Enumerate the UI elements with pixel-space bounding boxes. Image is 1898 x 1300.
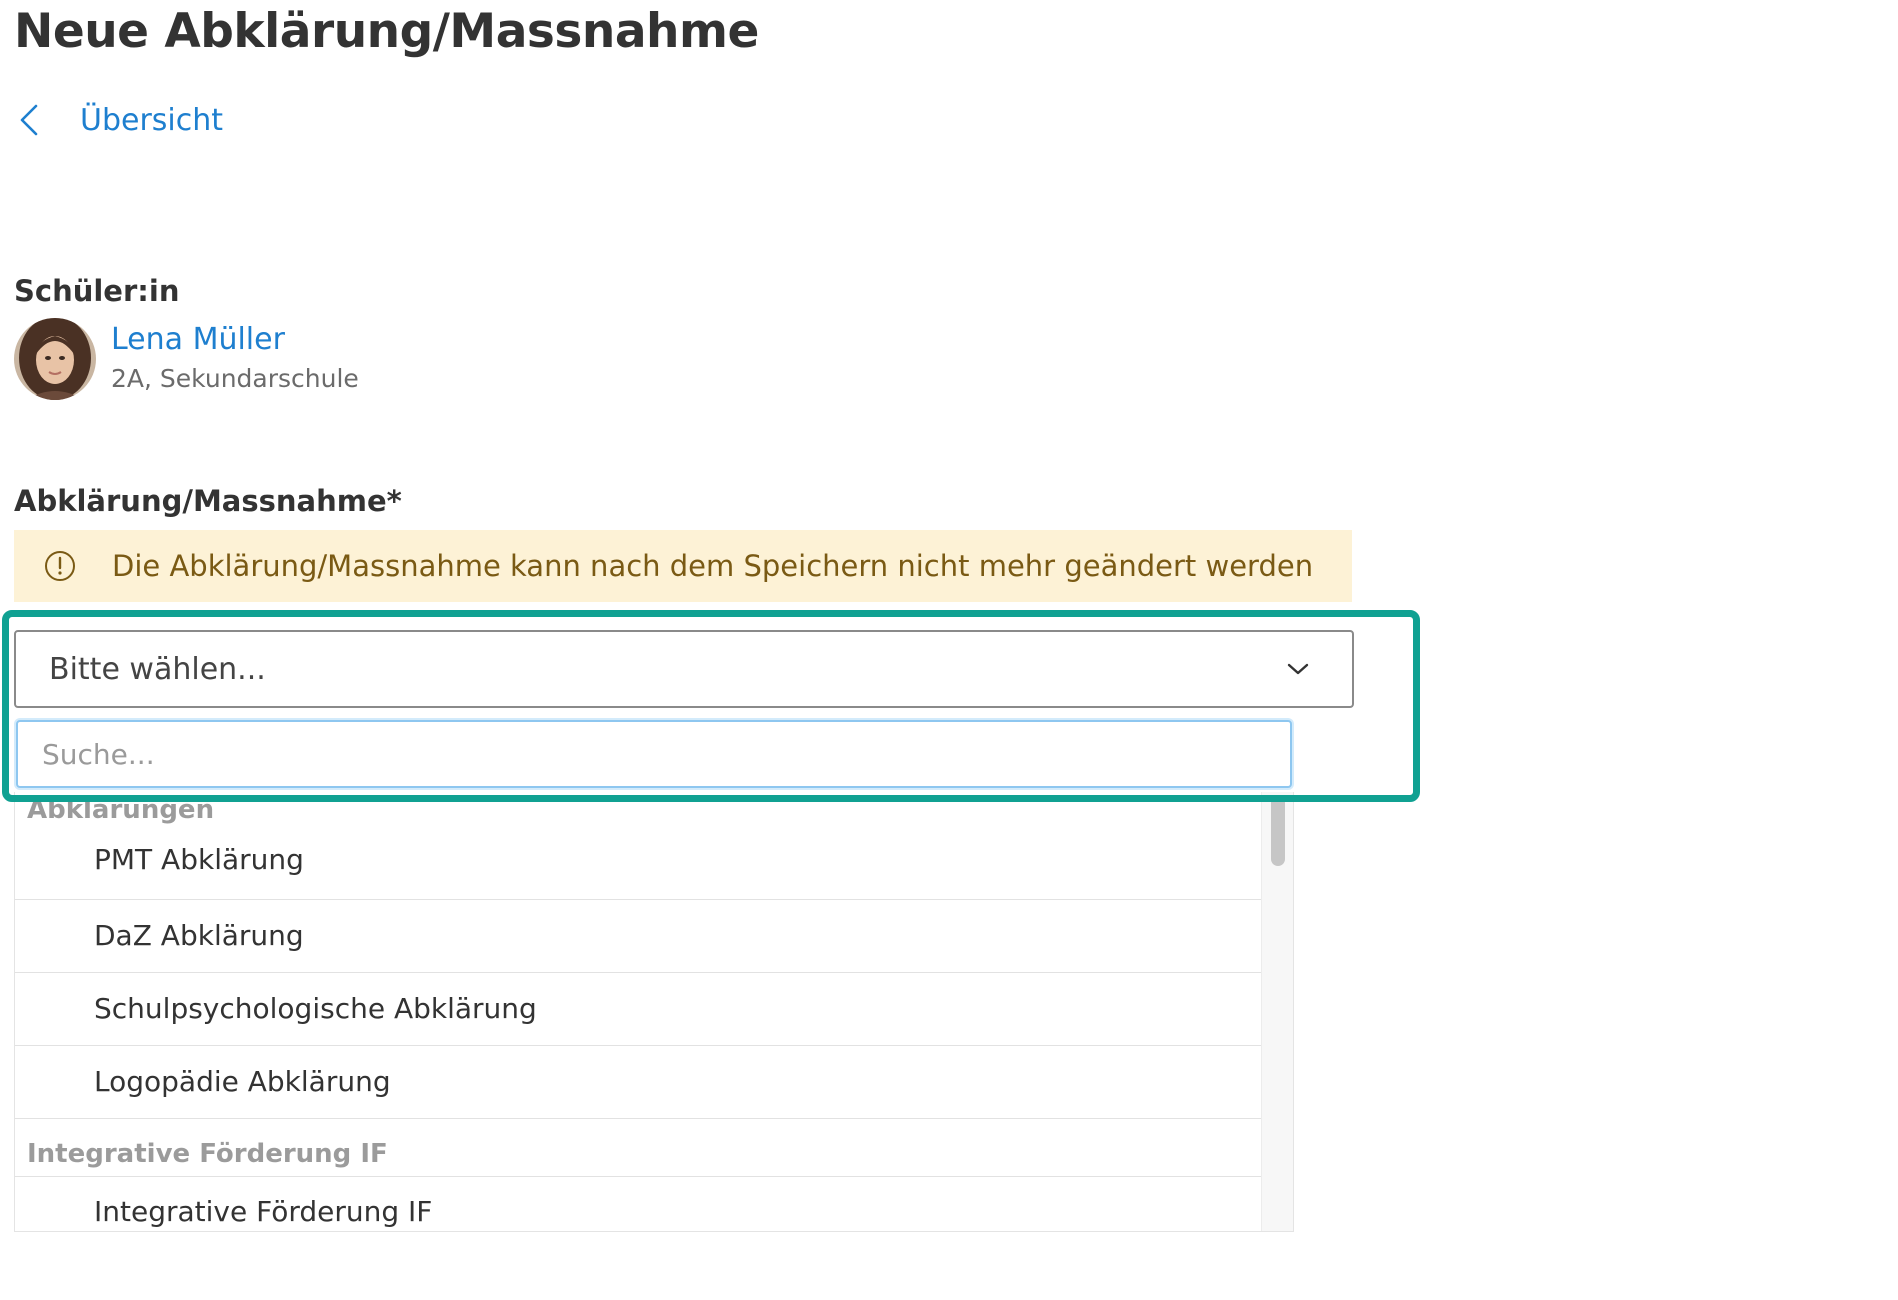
scrollbar-thumb[interactable] bbox=[1271, 796, 1285, 866]
info-circle-icon bbox=[45, 551, 75, 581]
field-label: Abklärung/Massnahme* bbox=[14, 484, 402, 518]
dropdown-options: Abklärungen PMT Abklärung DaZ Abklärung … bbox=[15, 792, 1263, 1231]
option-logopaedie-abklaerung[interactable]: Logopädie Abklärung bbox=[15, 1046, 1263, 1119]
warning-text: Die Abklärung/Massnahme kann nach dem Sp… bbox=[112, 549, 1314, 583]
avatar-image bbox=[14, 318, 96, 400]
page-title: Neue Abklärung/Massnahme bbox=[14, 4, 759, 59]
student-class: 2A, Sekundarschule bbox=[111, 364, 359, 393]
warning-banner: Die Abklärung/Massnahme kann nach dem Sp… bbox=[14, 530, 1352, 602]
back-link-label[interactable]: Übersicht bbox=[80, 103, 223, 138]
measure-select[interactable]: Bitte wählen... bbox=[14, 630, 1354, 708]
chevron-down-icon bbox=[1287, 663, 1309, 675]
avatar bbox=[14, 318, 96, 400]
group-header-integrative-foerderung: Integrative Förderung IF bbox=[15, 1119, 1263, 1177]
student-name-link[interactable]: Lena Müller bbox=[111, 322, 285, 357]
chevron-left-icon bbox=[20, 104, 38, 136]
select-value: Bitte wählen... bbox=[49, 651, 266, 687]
dropdown-list: Abklärungen PMT Abklärung DaZ Abklärung … bbox=[14, 792, 1294, 1232]
dropdown-scrollbar[interactable] bbox=[1261, 792, 1293, 1231]
page: Neue Abklärung/Massnahme Übersicht Schül… bbox=[0, 0, 1898, 1300]
back-link[interactable]: Übersicht bbox=[18, 98, 223, 142]
student-label: Schüler:in bbox=[14, 274, 180, 308]
option-integrative-foerderung-if[interactable]: Integrative Förderung IF bbox=[15, 1177, 1263, 1231]
group-header-abklaerungen: Abklärungen bbox=[27, 795, 215, 825]
option-pmt-abklaerung[interactable]: PMT Abklärung bbox=[15, 828, 1263, 900]
option-daz-abklaerung[interactable]: DaZ Abklärung bbox=[15, 900, 1263, 973]
option-schulpsychologische-abklaerung[interactable]: Schulpsychologische Abklärung bbox=[15, 973, 1263, 1046]
search-input[interactable] bbox=[16, 720, 1292, 788]
